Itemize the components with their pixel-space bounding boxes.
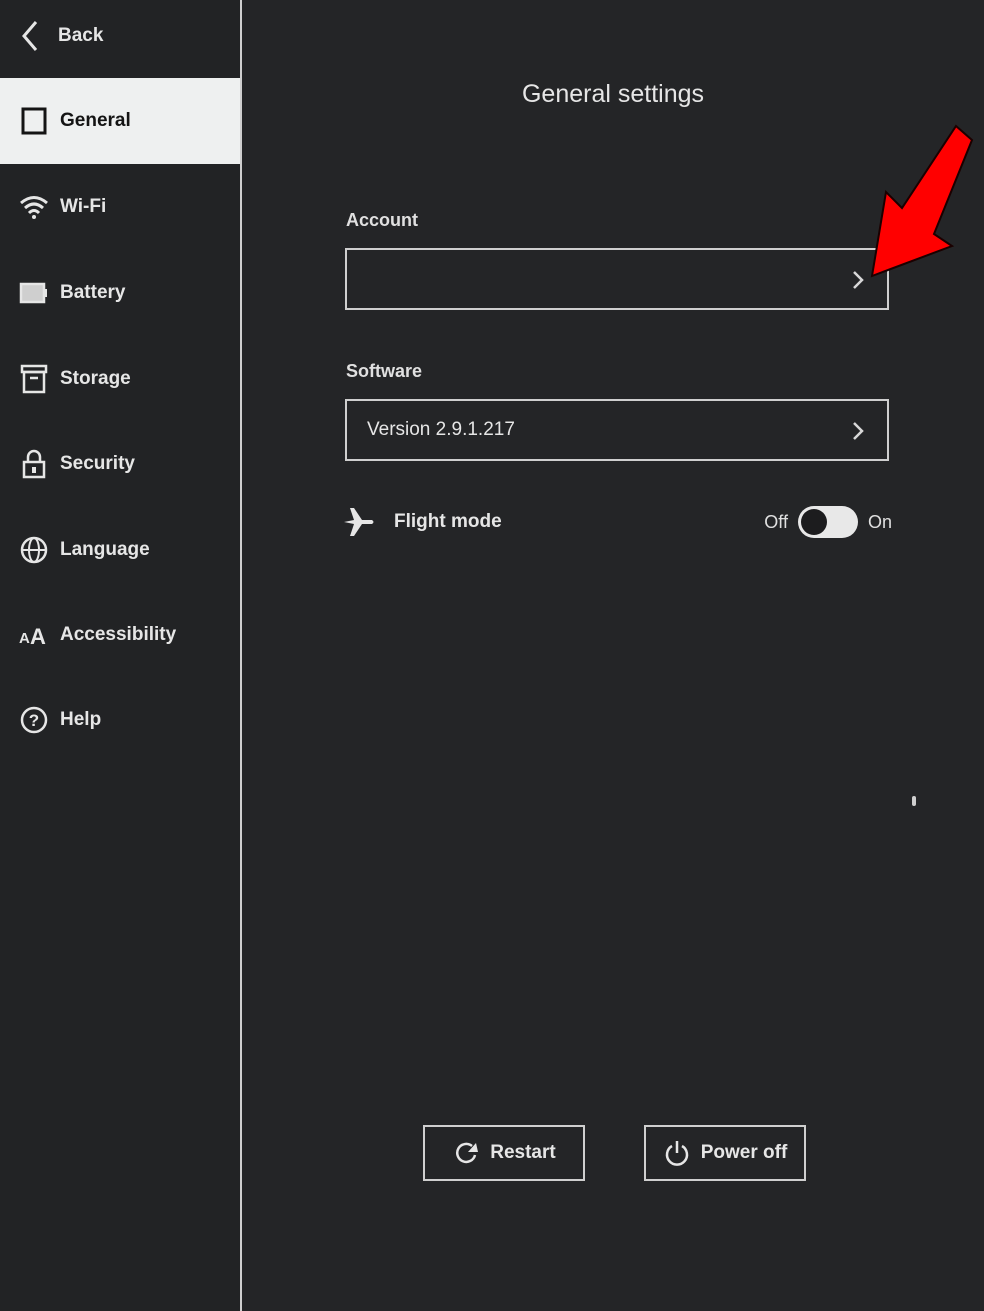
screen-artifact	[912, 796, 916, 806]
sidebar-item-help[interactable]: ? Help	[0, 677, 240, 763]
sidebar-item-label: Security	[60, 453, 135, 474]
account-section-label: Account	[346, 210, 418, 230]
sidebar-item-language[interactable]: Language	[0, 507, 240, 593]
power-off-button[interactable]: Power off	[644, 1125, 806, 1181]
storage-icon	[18, 363, 50, 395]
sidebar-item-accessibility[interactable]: AA Accessibility	[0, 592, 240, 678]
restart-icon	[456, 1142, 479, 1164]
lock-icon	[18, 448, 50, 480]
sidebar-item-label: Language	[60, 539, 150, 560]
back-label: Back	[58, 25, 104, 46]
software-version: Version 2.9.1.217	[367, 419, 515, 440]
sidebar-item-wifi[interactable]: Wi-Fi	[0, 164, 240, 250]
sidebar-item-label: Battery	[60, 282, 126, 303]
flight-mode-toggle[interactable]	[797, 506, 858, 538]
sidebar-item-label: General	[60, 110, 131, 131]
chevron-right-icon	[853, 422, 864, 440]
power-icon	[665, 1141, 688, 1166]
sidebar-item-general[interactable]: General	[0, 78, 240, 164]
battery-icon	[18, 277, 50, 309]
chevron-left-icon	[22, 21, 38, 51]
help-icon: ?	[18, 704, 50, 736]
sidebar-item-label: Accessibility	[60, 624, 177, 645]
flight-mode-label: Flight mode	[394, 511, 502, 532]
software-section-label: Software	[346, 361, 423, 381]
globe-icon	[18, 534, 50, 566]
sidebar-item-label: Storage	[60, 368, 131, 389]
toggle-off-label: Off	[764, 511, 788, 532]
sidebar-item-battery[interactable]: Battery	[0, 250, 240, 336]
power-off-label: Power off	[700, 1142, 788, 1163]
tablet-icon	[18, 105, 50, 137]
back-button[interactable]: Back	[18, 14, 103, 58]
account-field[interactable]	[345, 248, 889, 310]
sidebar-item-security[interactable]: Security	[0, 421, 240, 507]
sidebar-item-label: Help	[60, 709, 102, 730]
svg-text:?: ?	[29, 711, 39, 730]
sidebar-item-label: Wi-Fi	[60, 196, 107, 217]
sidebar: Back General Wi-Fi Battery Storage Secur…	[0, 0, 242, 1311]
toggle-knob	[800, 509, 827, 535]
flight-mode-toggle-group: Off On	[764, 506, 892, 538]
restart-label: Restart	[490, 1142, 556, 1163]
restart-button[interactable]: Restart	[423, 1125, 585, 1181]
sidebar-item-storage[interactable]: Storage	[0, 336, 240, 422]
text-size-icon: AA	[18, 619, 50, 651]
toggle-on-label: On	[867, 511, 892, 532]
wifi-icon	[18, 191, 50, 223]
software-field[interactable]: Version 2.9.1.217	[345, 399, 889, 461]
svg-text:A: A	[30, 624, 46, 647]
page-title: General settings	[521, 80, 705, 108]
flight-mode-row: Flight mode Off On	[342, 500, 892, 544]
svg-text:A: A	[19, 630, 30, 647]
red-arrow-annotation	[870, 124, 974, 278]
airplane-icon	[344, 508, 374, 536]
